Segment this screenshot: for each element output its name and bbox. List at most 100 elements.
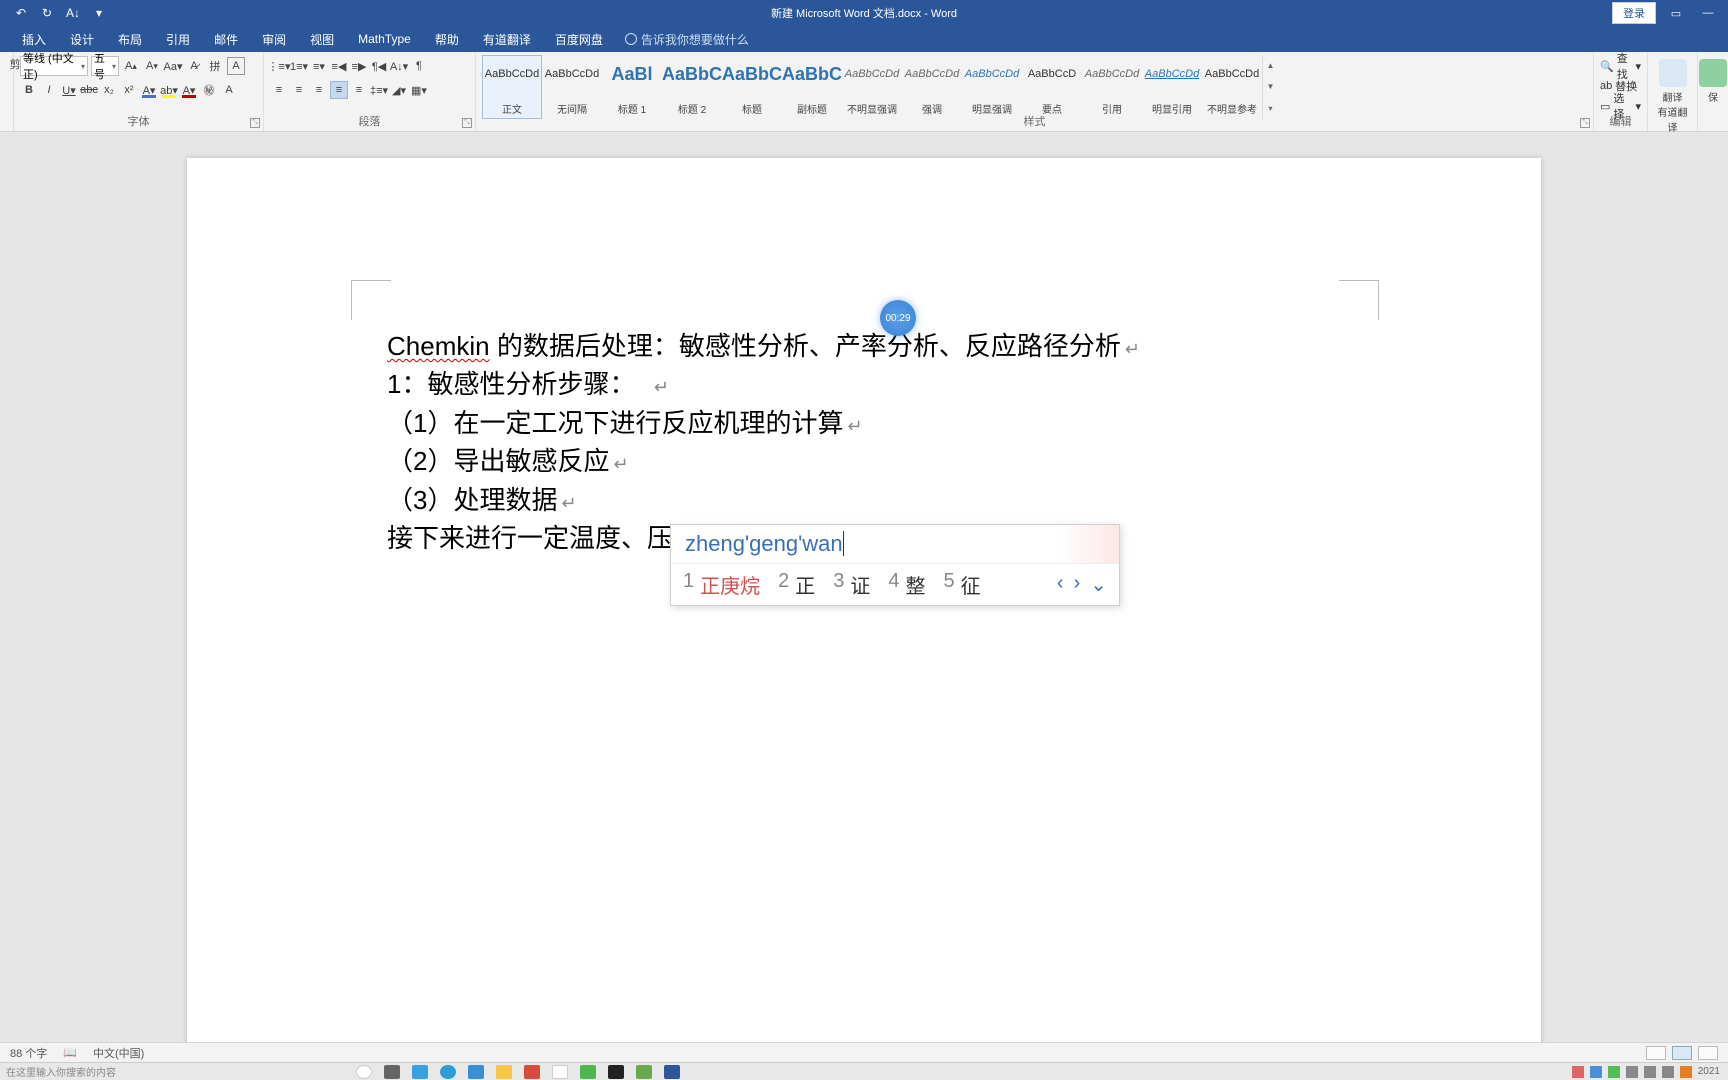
style-item[interactable]: AaBbCcDd无间隔 [542, 55, 602, 119]
network-icon[interactable] [1662, 1066, 1674, 1078]
taskbar-app-1[interactable] [412, 1065, 428, 1079]
doc-line-2[interactable]: 1：敏感性分析步骤： ↵ [387, 366, 1341, 402]
phonetic-guide-button[interactable]: 拼 [206, 57, 224, 75]
volume-icon[interactable] [1644, 1066, 1656, 1078]
qq-icon[interactable] [552, 1065, 568, 1079]
gallery-up-icon[interactable]: ▲ [1263, 55, 1278, 76]
page[interactable]: Chemkin 的数据后处理：敏感性分析、产率分析、反应路径分析↵ 1：敏感性分… [187, 158, 1541, 1062]
clear-format-button[interactable]: A̷ [185, 57, 203, 75]
save-icon[interactable] [1699, 59, 1727, 87]
enclose-char-button[interactable]: ㊙ [200, 81, 218, 99]
minimize-button[interactable]: — [1696, 4, 1720, 22]
underline-button[interactable]: U▾ [60, 81, 78, 99]
align-justify-button[interactable]: ≡ [330, 81, 348, 99]
read-mode-button[interactable] [1646, 1046, 1666, 1060]
decrease-indent-button[interactable]: ≡◀ [330, 57, 348, 75]
wechat-icon[interactable] [580, 1065, 596, 1079]
borders-button[interactable]: ▦▾ [410, 81, 428, 99]
increase-indent-button[interactable]: ≡▶ [350, 57, 368, 75]
grow-font-button[interactable]: A▴ [122, 57, 140, 75]
taskbar-app-3[interactable] [524, 1065, 540, 1079]
language-status[interactable]: 中文(中国) [93, 1045, 144, 1061]
highlight-button[interactable]: ab▾ [160, 81, 178, 99]
bullets-button[interactable]: ⋮≡▾ [270, 57, 288, 75]
multilevel-button[interactable]: ≡▾ [310, 57, 328, 75]
tab-youdao[interactable]: 有道翻译 [471, 27, 543, 52]
italic-button[interactable]: I [40, 81, 58, 99]
ime-candidate[interactable]: 5征 [944, 570, 981, 599]
tab-insert[interactable]: 插入 [10, 27, 58, 52]
sogou-ime-icon[interactable] [1680, 1066, 1692, 1078]
subscript-button[interactable]: x₂ [100, 81, 118, 99]
style-item[interactable]: AaBbC标题 [722, 55, 782, 119]
translate-icon[interactable] [1659, 59, 1687, 87]
word-count[interactable]: 88 个字 [10, 1045, 47, 1061]
paragraph-dialog-launcher[interactable]: ⤡ [462, 118, 472, 128]
ime-candidate[interactable]: 2正 [778, 570, 815, 599]
word-icon[interactable] [664, 1065, 680, 1079]
font-size-combo[interactable]: 五号▾ [91, 56, 119, 76]
style-item[interactable]: AaBbC副标题 [782, 55, 842, 119]
cortana-icon[interactable] [356, 1065, 372, 1079]
web-layout-button[interactable] [1698, 1046, 1718, 1060]
font-name-combo[interactable]: 等线 (中文正)▾ [20, 56, 88, 76]
strike-button[interactable]: abc [80, 81, 98, 99]
doc-line-1[interactable]: Chemkin 的数据后处理：敏感性分析、产率分析、反应路径分析↵ [387, 328, 1341, 364]
tab-mailings[interactable]: 邮件 [202, 27, 250, 52]
style-item[interactable]: AaBbCcD要点 [1022, 55, 1082, 119]
undo-button[interactable]: ↶ [12, 4, 30, 22]
shading-button[interactable]: ◢▾ [390, 81, 408, 99]
doc-line-3[interactable]: （1）在一定工况下进行反应机理的计算↵ [387, 405, 1341, 441]
show-marks-button[interactable]: ¶ [410, 57, 428, 75]
ime-expand-button[interactable]: ⌄ [1090, 572, 1107, 597]
style-item[interactable]: AaBbCcDd引用 [1082, 55, 1142, 119]
clock-year[interactable]: 2021 [1698, 1066, 1720, 1077]
ribbon-options-button[interactable]: ▭ [1664, 4, 1688, 22]
font-dialog-launcher[interactable]: ⤡ [250, 118, 260, 128]
style-item[interactable]: AaBbCcDd明显引用 [1142, 55, 1202, 119]
align-right-button[interactable]: ≡ [310, 81, 328, 99]
ime-prev-button[interactable]: ‹ [1057, 572, 1064, 597]
find-button[interactable]: 🔍查找▾ [1600, 57, 1641, 75]
sort-button[interactable]: A↓▾ [390, 57, 408, 75]
tab-view[interactable]: 视图 [298, 27, 346, 52]
document-body[interactable]: Chemkin 的数据后处理：敏感性分析、产率分析、反应路径分析↵ 1：敏感性分… [387, 328, 1341, 556]
superscript-button[interactable]: x² [120, 81, 138, 99]
char-shading-button[interactable]: A [220, 81, 238, 99]
tell-me-search[interactable]: 告诉我你想要做什么 [625, 31, 749, 48]
recording-timer-badge[interactable]: 00:29 [880, 300, 916, 336]
tray-icon-2[interactable] [1590, 1066, 1602, 1078]
tab-references[interactable]: 引用 [154, 27, 202, 52]
login-button[interactable]: 登录 [1612, 2, 1656, 24]
tray-icon-1[interactable] [1572, 1066, 1584, 1078]
styles-dialog-launcher[interactable]: ⤡ [1580, 118, 1590, 128]
font-color-button[interactable]: A▾ [180, 81, 198, 99]
style-item[interactable]: AaBbCcDd不明显参考 [1202, 55, 1262, 119]
qat-customize[interactable]: ▾ [90, 4, 108, 22]
style-item[interactable]: AaBl标题 1 [602, 55, 662, 119]
line-spacing-button[interactable]: ‡≡▾ [370, 81, 388, 99]
ime-candidate[interactable]: 1正庚烷 [683, 570, 760, 599]
terminal-icon[interactable] [608, 1065, 624, 1079]
tray-icon-3[interactable] [1608, 1066, 1620, 1078]
redo-button[interactable]: ↻ [38, 4, 56, 22]
tab-review[interactable]: 审阅 [250, 27, 298, 52]
style-item[interactable]: AaBbCcDd明显强调 [962, 55, 1022, 119]
explorer-icon[interactable] [496, 1065, 512, 1079]
taskbar-app-4[interactable] [636, 1065, 652, 1079]
tab-help[interactable]: 帮助 [423, 27, 471, 52]
distribute-button[interactable]: ≡ [350, 81, 368, 99]
tab-mathtype[interactable]: MathType [346, 28, 423, 50]
style-item[interactable]: AaBbCcDd不明显强调 [842, 55, 902, 119]
taskbar-app-2[interactable] [440, 1065, 456, 1079]
tab-design[interactable]: 设计 [58, 27, 106, 52]
ime-candidate[interactable]: 3证 [833, 570, 870, 599]
taskbar-search[interactable]: 在这里输入你搜索的内容 [0, 1064, 116, 1079]
gallery-down-icon[interactable]: ▼ [1263, 76, 1278, 97]
tray-icon-4[interactable] [1626, 1066, 1638, 1078]
edge-icon[interactable] [468, 1065, 484, 1079]
spellcheck-icon[interactable]: 📖 [63, 1046, 77, 1059]
align-left-button[interactable]: ≡ [270, 81, 288, 99]
shrink-font-button[interactable]: A▾ [143, 57, 161, 75]
doc-line-4[interactable]: （2）导出敏感反应↵ [387, 443, 1341, 479]
